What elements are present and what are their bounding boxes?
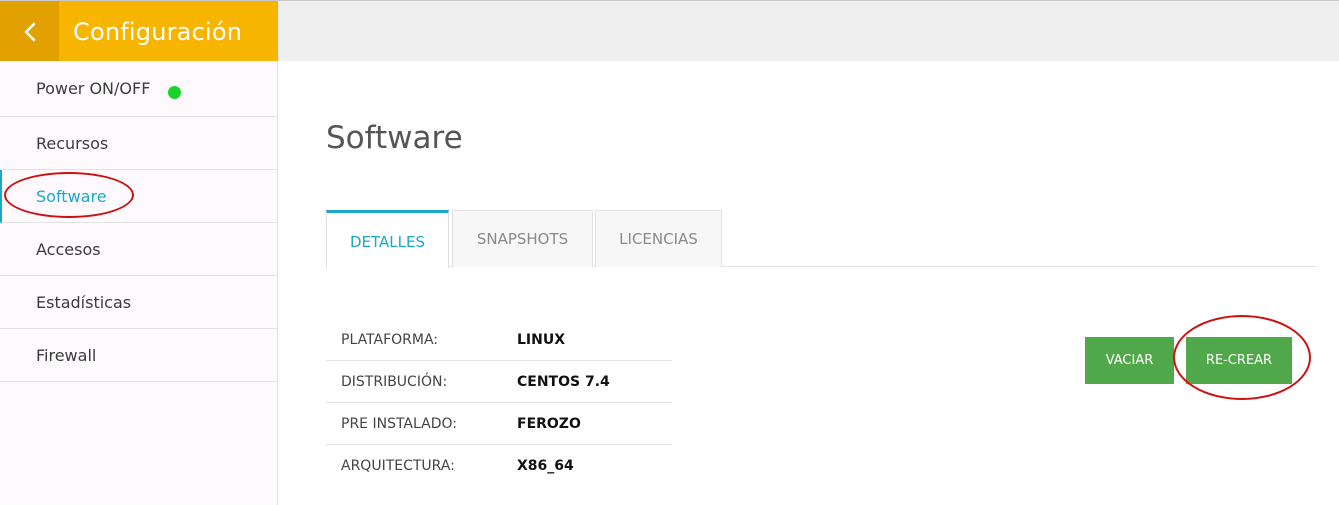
sidebar-item-power[interactable]: Power ON/OFF xyxy=(0,61,277,117)
recrear-button[interactable]: RE-CREAR xyxy=(1186,337,1292,384)
table-row: PLATAFORMA: LINUX xyxy=(326,319,672,361)
sidebar-item-accesos[interactable]: Accesos xyxy=(0,223,277,276)
detail-value: CENTOS 7.4 xyxy=(517,373,610,390)
sidebar-item-recursos[interactable]: Recursos xyxy=(0,117,277,170)
table-row: DISTRIBUCIÓN: CENTOS 7.4 xyxy=(326,361,672,403)
sidebar-item-label: Firewall xyxy=(36,345,97,365)
header-title: Configuración xyxy=(73,17,243,46)
tab-bar: DETALLES SNAPSHOTS LICENCIAS xyxy=(326,210,1316,268)
tab-label: LICENCIAS xyxy=(619,230,698,248)
power-status-dot xyxy=(168,86,182,99)
sidebar-item-label: Recursos xyxy=(36,133,109,153)
sidebar-item-label: Accesos xyxy=(36,239,101,259)
tab-snapshots[interactable]: SNAPSHOTS xyxy=(452,210,593,267)
vaciar-button[interactable]: VACIAR xyxy=(1085,337,1174,384)
detail-label: ARQUITECTURA: xyxy=(341,458,455,474)
sidebar: Power ON/OFF Recursos Software Accesos E… xyxy=(0,61,278,505)
detail-value: X86_64 xyxy=(517,458,574,474)
sidebar-item-label: Estadísticas xyxy=(36,292,132,312)
tab-label: SNAPSHOTS xyxy=(476,230,569,248)
detail-label: PLATAFORMA: xyxy=(341,331,439,348)
table-row: PRE INSTALADO: FEROZO xyxy=(326,403,672,445)
sidebar-item-firewall[interactable]: Firewall xyxy=(0,329,277,382)
page-title: Software xyxy=(326,120,463,156)
header-title-block: Configuración xyxy=(59,1,278,62)
table-row: ARQUITECTURA: X86_64 xyxy=(326,445,672,487)
sidebar-item-software[interactable]: Software xyxy=(0,170,277,223)
detail-value: LINUX xyxy=(517,331,566,348)
sidebar-item-label: Software xyxy=(36,186,107,206)
tab-detalles[interactable]: DETALLES xyxy=(326,210,449,268)
detail-value: FEROZO xyxy=(517,415,581,432)
tab-label: DETALLES xyxy=(350,232,425,251)
sidebar-item-estadisticas[interactable]: Estadísticas xyxy=(0,276,277,329)
software-details-table: PLATAFORMA: LINUX DISTRIBUCIÓN: CENTOS 7… xyxy=(326,319,672,487)
tab-licencias[interactable]: LICENCIAS xyxy=(595,210,722,267)
chevron-left-icon xyxy=(24,22,35,41)
detail-label: PRE INSTALADO: xyxy=(341,415,457,432)
back-button[interactable] xyxy=(0,1,59,62)
top-bar: Configuración xyxy=(0,0,1339,62)
detail-label: DISTRIBUCIÓN: xyxy=(341,373,448,390)
sidebar-item-label: Power ON/OFF xyxy=(36,79,151,98)
